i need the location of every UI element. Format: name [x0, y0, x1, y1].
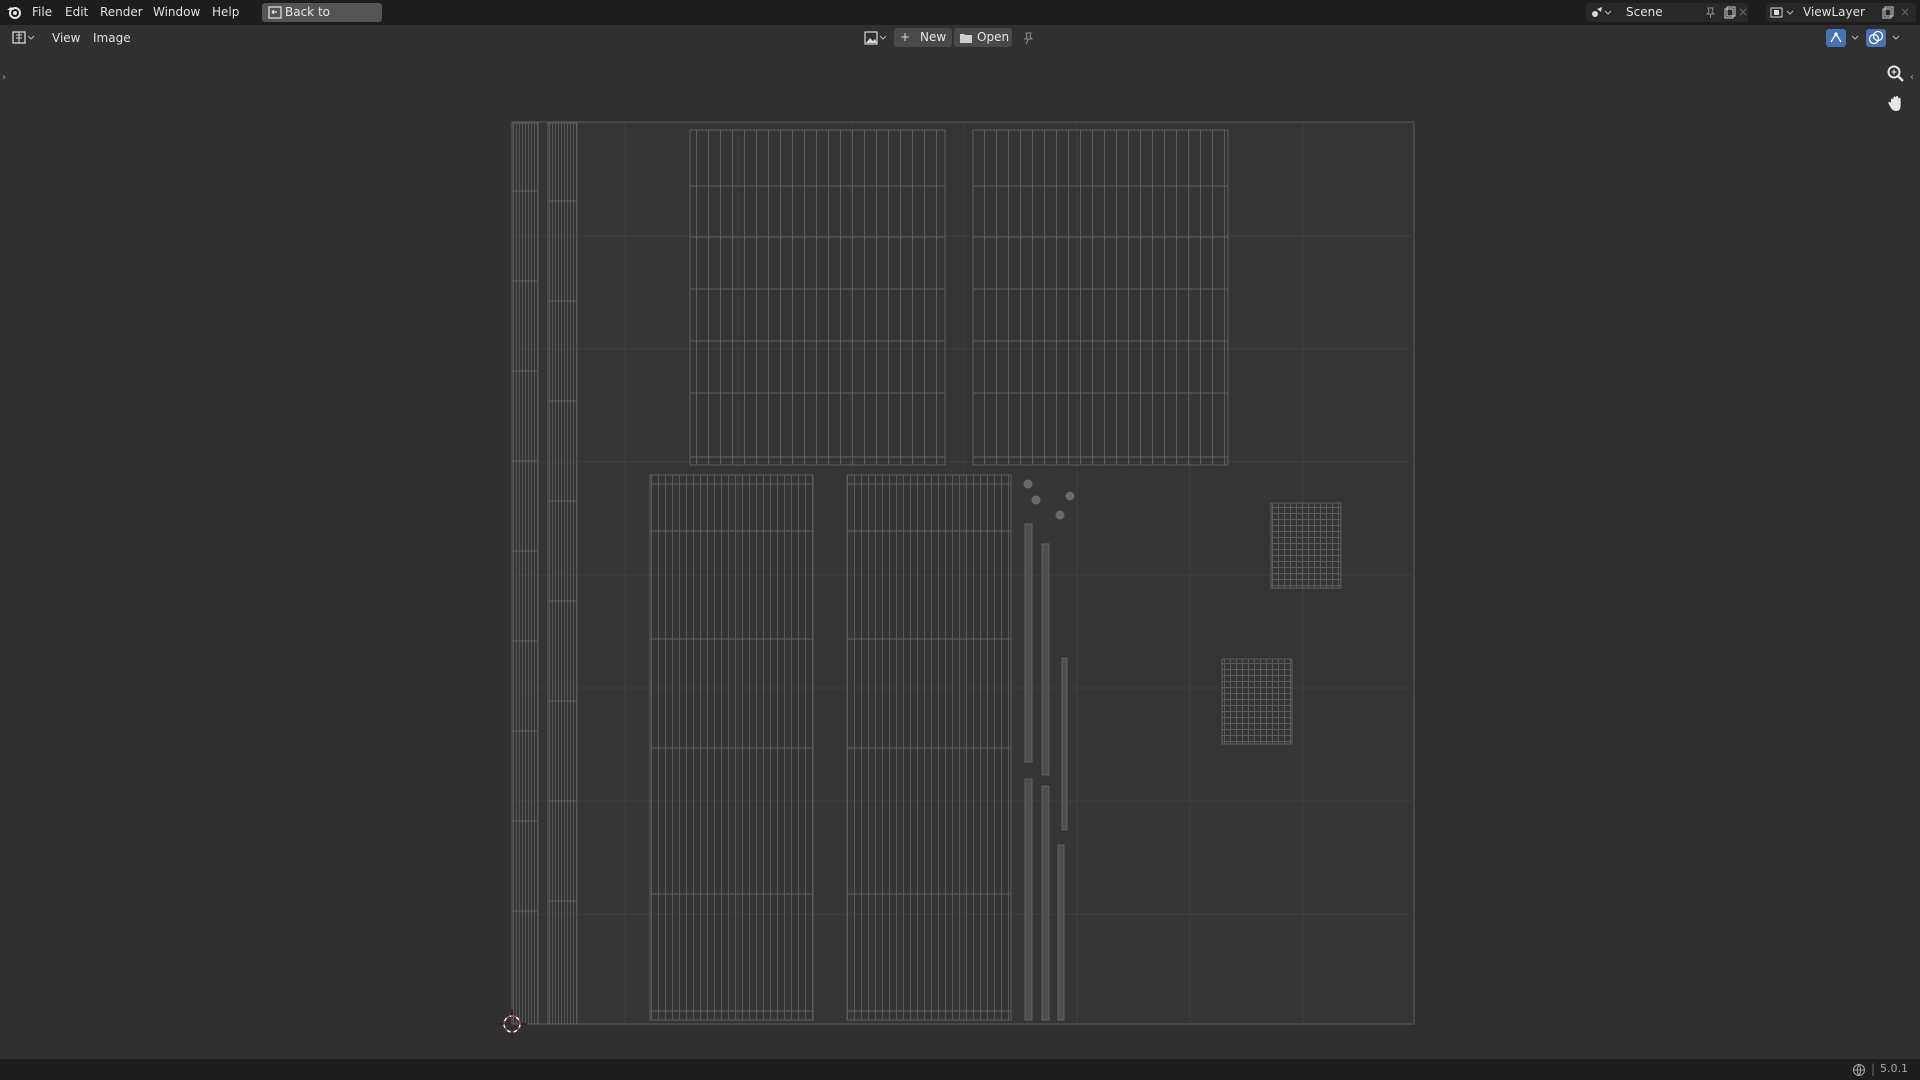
- editor-type-icon[interactable]: [12, 30, 38, 45]
- view-layer-name[interactable]: ViewLayer: [1803, 3, 1865, 22]
- new-image-label: New: [920, 30, 947, 44]
- new-scene-icon[interactable]: [1723, 6, 1736, 19]
- view-layer-selector[interactable]: ViewLayer ×: [1766, 3, 1916, 22]
- pin-image-icon[interactable]: [1021, 31, 1035, 45]
- scene-name[interactable]: Scene: [1626, 3, 1663, 22]
- overlays-toggle-icon[interactable]: [1866, 29, 1906, 47]
- menu-window[interactable]: Window: [149, 4, 204, 21]
- uv-island-small-grid-lower: [1221, 658, 1293, 745]
- remove-scene-icon[interactable]: ×: [1738, 5, 1748, 19]
- uv-island-bottom-middle: [846, 474, 1012, 1021]
- plus-icon: +: [900, 30, 911, 44]
- uv-island-bottom-left: [649, 474, 814, 1021]
- pin-icon[interactable]: [1704, 6, 1717, 19]
- scene-selector[interactable]: Scene ×: [1586, 3, 1748, 22]
- top-bar: File Edit Render Window Help Back to Pre…: [0, 0, 1920, 38]
- scene-type-icon: [1592, 7, 1612, 17]
- menu-view[interactable]: View: [52, 29, 80, 48]
- uv-island-top-left: [689, 129, 946, 466]
- back-window-icon: [268, 6, 282, 19]
- status-bar: | 5.0.1: [0, 1059, 1920, 1080]
- remove-view-layer-icon[interactable]: ×: [1900, 5, 1910, 19]
- view-layer-icon: [1770, 7, 1794, 18]
- menu-image[interactable]: Image: [93, 29, 131, 48]
- image-browse-icon[interactable]: [864, 30, 890, 46]
- folder-icon: [960, 34, 972, 43]
- status-separator: |: [1871, 1062, 1876, 1076]
- new-view-layer-icon[interactable]: [1881, 6, 1894, 19]
- menu-edit[interactable]: Edit: [61, 4, 92, 21]
- uv-editor-area[interactable]: › ‹: [0, 51, 1920, 1059]
- new-image-button[interactable]: + New: [894, 28, 952, 47]
- blender-logo-icon[interactable]: [6, 4, 22, 20]
- gizmo-toggle-icon[interactable]: [1826, 29, 1864, 47]
- menu-file[interactable]: File: [28, 4, 56, 21]
- uv-island-small-grid-upper: [1270, 502, 1342, 589]
- network-globe-icon[interactable]: [1852, 1063, 1866, 1077]
- menu-help[interactable]: Help: [208, 4, 243, 21]
- open-image-label: Open: [977, 30, 1010, 44]
- uv-island-top-right: [972, 129, 1229, 466]
- uv-canvas[interactable]: [0, 51, 1920, 1059]
- version-label: 5.0.1: [1880, 1062, 1908, 1075]
- open-image-button[interactable]: Open: [954, 28, 1012, 47]
- menu-render[interactable]: Render: [96, 4, 147, 21]
- back-to-previous-button[interactable]: Back to Previous: [262, 3, 382, 38]
